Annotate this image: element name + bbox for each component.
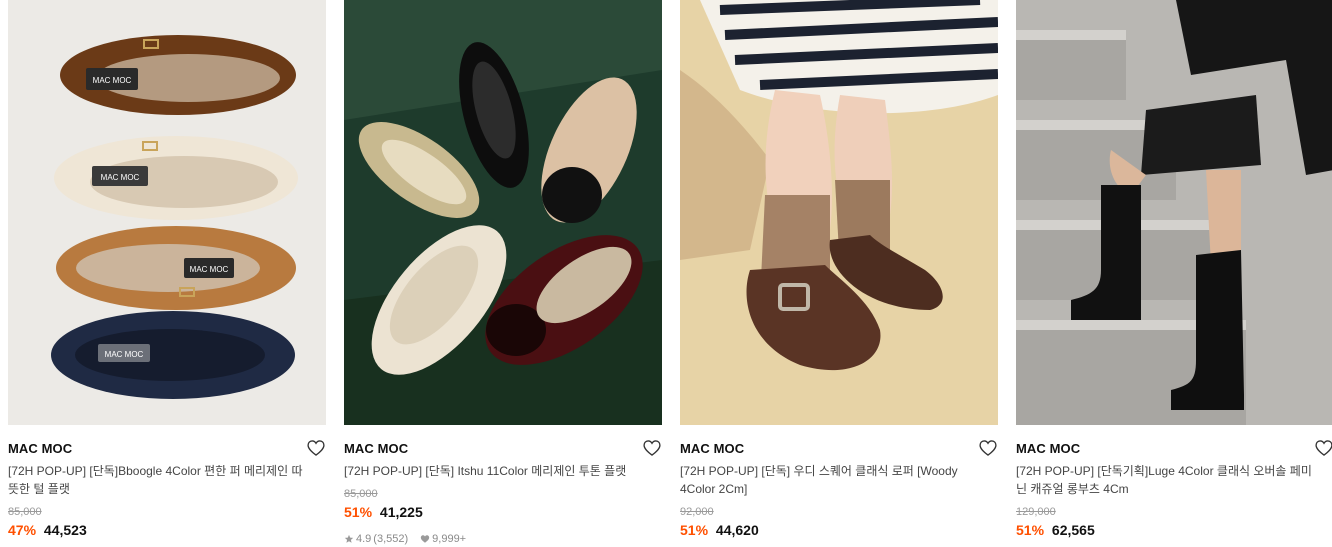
original-price: 92,000	[680, 506, 714, 518]
product-image[interactable]: MAC MOC MAC MOC MAC MOC MAC MOC	[8, 0, 326, 425]
heart-outline-icon	[979, 440, 997, 456]
heart-outline-icon	[1315, 440, 1332, 456]
brand-row: MAC MOC	[1016, 436, 1332, 458]
heart-filled-icon	[420, 535, 430, 543]
price-row: 51% 41,225	[344, 504, 423, 520]
product-photo-loafers	[680, 0, 998, 425]
heart-outline-icon	[307, 440, 325, 456]
brand-name[interactable]: MAC MOC	[680, 441, 744, 456]
svg-text:MAC MOC: MAC MOC	[190, 265, 229, 274]
product-card[interactable]: MAC MOC [72H POP-UP] [단독] 우디 스퀘어 클래식 로퍼 …	[680, 0, 998, 547]
star-icon	[344, 534, 354, 543]
product-photo-long-boots	[1016, 0, 1332, 425]
discount-rate: 51%	[1016, 522, 1045, 538]
discount-rate: 47%	[8, 522, 37, 538]
sale-price: 44,523	[43, 522, 87, 538]
original-price: 85,000	[8, 506, 42, 518]
brand-name[interactable]: MAC MOC	[344, 441, 408, 456]
price-row: 51% 44,620	[680, 522, 759, 538]
svg-text:MAC MOC: MAC MOC	[105, 350, 144, 359]
original-price: 129,000	[1016, 506, 1056, 518]
wishlist-button[interactable]	[642, 438, 662, 458]
like-count: 9,999+	[432, 533, 467, 545]
discount-rate: 51%	[680, 522, 709, 538]
brand-name[interactable]: MAC MOC	[8, 441, 72, 456]
product-photo-mary-jane-flats	[344, 0, 662, 425]
product-card[interactable]: MAC MOC [72H POP-UP] [단독] Itshu 11Color …	[344, 0, 662, 547]
product-card[interactable]: MAC MOC MAC MOC MAC MOC MAC MOC MAC MOC …	[8, 0, 326, 547]
product-title[interactable]: [72H POP-UP] [단독] 우디 스퀘어 클래식 로퍼 [Woody 4…	[680, 462, 980, 498]
product-title[interactable]: [72H POP-UP] [단독기획]Luge 4Color 클래식 오버솔 페…	[1016, 462, 1316, 498]
product-title[interactable]: [72H POP-UP] [단독] Itshu 11Color 메리제인 투톤 …	[344, 462, 644, 480]
wishlist-button[interactable]	[978, 438, 998, 458]
discount-rate: 51%	[344, 504, 373, 520]
wishlist-button[interactable]	[1314, 438, 1332, 458]
brand-row: MAC MOC	[344, 436, 662, 458]
brand-row: MAC MOC	[8, 436, 326, 458]
brand-name[interactable]: MAC MOC	[1016, 441, 1080, 456]
product-title[interactable]: [72H POP-UP] [단독]Bboogle 4Color 편한 퍼 메리제…	[8, 462, 308, 498]
svg-text:MAC MOC: MAC MOC	[101, 173, 140, 182]
review-count: (3,552)	[373, 533, 409, 545]
product-grid: MAC MOC MAC MOC MAC MOC MAC MOC MAC MOC …	[0, 0, 1332, 547]
product-image[interactable]	[344, 0, 662, 425]
product-card[interactable]: MAC MOC [72H POP-UP] [단독기획]Luge 4Color 클…	[1016, 0, 1332, 547]
rating-value: 4.9	[356, 533, 372, 545]
wishlist-button[interactable]	[306, 438, 326, 458]
heart-outline-icon	[643, 440, 661, 456]
sale-price: 62,565	[1051, 522, 1095, 538]
product-meta: 4.9 (3,552) 9,999+	[344, 533, 466, 545]
price-row: 51% 62,565	[1016, 522, 1095, 538]
sale-price: 44,620	[715, 522, 759, 538]
product-image[interactable]	[680, 0, 998, 425]
price-row: 47% 44,523	[8, 522, 87, 538]
svg-text:MAC MOC: MAC MOC	[93, 76, 132, 85]
product-image[interactable]	[1016, 0, 1332, 425]
sale-price: 41,225	[379, 504, 423, 520]
brand-row: MAC MOC	[680, 436, 998, 458]
product-photo-fur-flats: MAC MOC MAC MOC MAC MOC MAC MOC	[8, 0, 326, 425]
original-price: 85,000	[344, 488, 378, 500]
